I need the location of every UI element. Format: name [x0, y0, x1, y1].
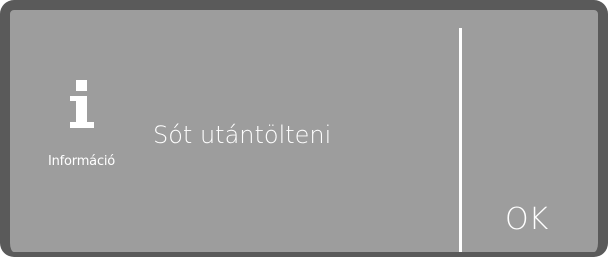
ok-button-label: OK: [505, 202, 549, 237]
ok-button[interactable]: OK: [462, 10, 598, 252]
message-text: Sót utántölteni: [153, 121, 332, 149]
display-frame: Információ Sót utántölteni OK: [0, 0, 608, 257]
info-icon: [70, 80, 94, 132]
message-pane: Információ Sót utántölteni: [10, 10, 459, 252]
info-icon-label: Információ: [48, 154, 116, 169]
